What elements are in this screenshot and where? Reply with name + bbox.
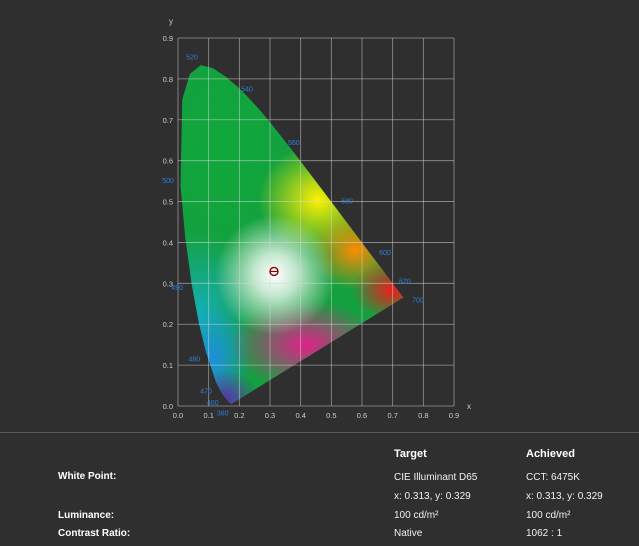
x-tick-label: 0.3: [265, 411, 275, 420]
y-tick-label: 0.0: [163, 402, 173, 411]
x-tick-label: 0.9: [449, 411, 459, 420]
wavelength-label: 480: [189, 357, 201, 364]
white-point-xy-target: x: 0.313, y: 0.329: [394, 491, 471, 502]
x-tick-label: 0.8: [418, 411, 428, 420]
blob-red: [352, 260, 404, 320]
spectral-locus-fill: [180, 65, 404, 404]
y-tick-label: 0.7: [163, 116, 173, 125]
x-tick-label: 0.4: [295, 411, 305, 420]
white-point-xy-achieved: x: 0.313, y: 0.329: [526, 491, 603, 502]
wavelength-label: 560: [288, 140, 300, 147]
wavelength-label: 700: [412, 297, 424, 304]
blob-violet: [190, 370, 260, 404]
wavelength-label: 490: [171, 285, 183, 292]
row-label-luminance: Luminance:: [58, 510, 115, 521]
y-axis-label: y: [169, 17, 173, 26]
wavelength-label: 520: [186, 55, 198, 62]
white-point-achieved: CCT: 6475K: [526, 472, 580, 483]
wavelength-label: 500: [162, 178, 174, 185]
wavelength-label: 380: [217, 411, 229, 418]
row-label-white-point: White Point:: [58, 471, 117, 482]
section-divider: [0, 432, 639, 433]
y-tick-label: 0.9: [163, 34, 173, 43]
x-tick-label: 0.2: [234, 411, 244, 420]
x-tick-label: 0.7: [387, 411, 397, 420]
wavelength-label: 470: [200, 388, 212, 395]
x-tick-label: 0.6: [357, 411, 367, 420]
x-tick-label: 0.0: [173, 411, 183, 420]
wavelength-label: 540: [241, 87, 253, 94]
x-tick-label: 0.1: [203, 411, 213, 420]
luminance-achieved: 100 cd/m²: [526, 510, 571, 521]
x-tick-label: 0.5: [326, 411, 336, 420]
x-axis-label: x: [467, 402, 471, 411]
row-label-contrast-ratio: Contrast Ratio:: [58, 528, 131, 539]
y-tick-label: 0.4: [163, 238, 173, 247]
y-tick-label: 0.6: [163, 157, 173, 166]
wavelength-label: 600: [379, 250, 391, 257]
wavelength-label: 460: [207, 400, 219, 407]
header-achieved: Achieved: [526, 448, 575, 460]
header-target: Target: [394, 448, 427, 460]
y-tick-label: 0.1: [163, 361, 173, 370]
y-tick-label: 0.5: [163, 198, 173, 207]
contrast-target: Native: [394, 528, 423, 539]
wavelength-label: 620: [399, 279, 411, 286]
y-tick-label: 0.2: [163, 320, 173, 329]
y-tick-label: 0.8: [163, 75, 173, 84]
cie-chromaticity-chart: 0.0 0.1 0.2 0.3 0.4 0.5 0.6 0.7 0.8 0.9 0.0 0.1 0.2 0…: [162, 17, 471, 420]
contrast-achieved: 1062 : 1: [526, 528, 563, 539]
luminance-target: 100 cd/m²: [394, 510, 439, 521]
white-point-target: CIE Illuminant D65: [394, 472, 478, 483]
wavelength-label: 580: [341, 199, 353, 206]
